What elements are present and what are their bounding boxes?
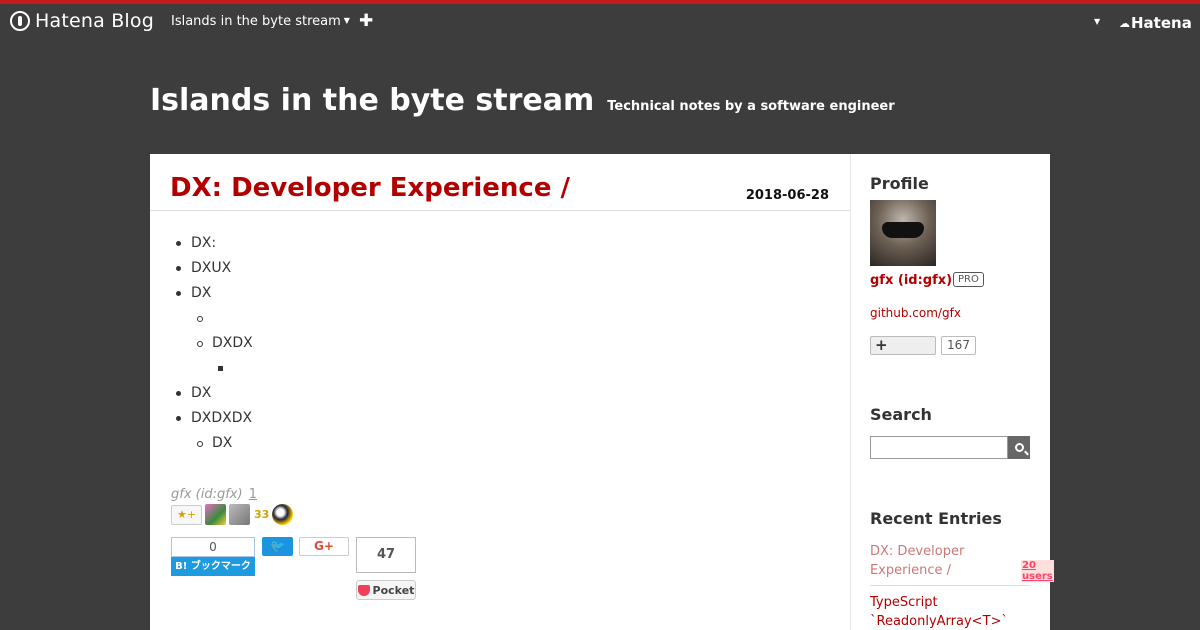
bookmark-users-badge[interactable]: 20 users (1021, 560, 1054, 582)
user-menu-caret-icon[interactable]: ▼ (1094, 17, 1100, 26)
list-item-text: DXUX (191, 260, 232, 276)
hatebu-bookmark-button[interactable]: B! ブックマーク (171, 557, 255, 576)
star-user-avatar[interactable] (229, 504, 250, 525)
entry-main: DX: Developer Experience / 2018-06-28 DX… (150, 154, 850, 630)
entry-footer: gfx (id:gfx) 1 ★+ 33 0 B! ブックマーク 🐦 G+ 47… (171, 487, 416, 600)
bullet-icon (176, 416, 181, 421)
list-item-text: DX: (191, 235, 217, 251)
bullet-icon (197, 441, 203, 447)
bullet-icon (176, 291, 181, 296)
list-item-text: DX (191, 385, 212, 401)
global-header: Hatena Blog Islands in the byte stream ▼ … (0, 4, 1200, 40)
entry-list: DX: DXUX DX DXDX DX DXDXDX DX (176, 234, 253, 459)
star-user-avatar[interactable] (205, 504, 226, 525)
list-item-text: DXDX (212, 335, 253, 351)
comment-count[interactable]: 1 (249, 487, 257, 502)
twitter-share-button[interactable]: 🐦 (262, 537, 293, 556)
follower-count[interactable]: 167 (941, 336, 976, 355)
entry-date[interactable]: 2018-06-28 (746, 188, 829, 203)
list-item: DX: (176, 234, 253, 259)
search-icon (1014, 443, 1024, 452)
profile-avatar[interactable] (870, 200, 936, 266)
add-star-button[interactable]: ★+ (171, 504, 202, 525)
bullet-icon (197, 341, 203, 347)
hatena-blog-logo-text: Hatena Blog (35, 10, 154, 32)
search-input[interactable] (870, 436, 1008, 459)
blog-switcher-label: Islands in the byte stream (171, 14, 341, 29)
new-entry-button[interactable]: ✚ (359, 11, 373, 31)
list-item-text: DX (191, 285, 212, 301)
pocket-button[interactable]: Pocket (356, 580, 416, 600)
bullet-icon (218, 366, 223, 371)
author-line: gfx (id:gfx) 1 (171, 487, 257, 502)
blog-switcher[interactable]: Islands in the byte stream ▼ (171, 14, 350, 29)
hatena-wing-icon: ☁ (1119, 16, 1130, 30)
pocket-count[interactable]: 47 (356, 537, 416, 573)
profile-name[interactable]: gfx (id:gfx) (870, 273, 952, 288)
caret-down-icon: ▼ (343, 16, 350, 25)
star-count[interactable]: 33 (254, 508, 269, 521)
pro-badge: PRO (953, 272, 984, 287)
author-name[interactable]: gfx (id:gfx) (171, 487, 243, 502)
list-item (191, 359, 253, 384)
pocket-icon (357, 584, 370, 596)
hatena-blog-logo-icon (10, 11, 30, 31)
star-user-avatar[interactable] (272, 504, 294, 525)
bullet-icon (176, 391, 181, 396)
list-item: DX (191, 434, 253, 459)
bullet-icon (176, 266, 181, 271)
blog-description: Technical notes by a software engineer (607, 99, 895, 114)
list-item: DXDX (191, 334, 253, 359)
profile-heading: Profile (870, 174, 929, 193)
google-plus-share-button[interactable]: G+ (299, 537, 349, 556)
hatena-logo[interactable]: ☁ Hatena (1119, 14, 1192, 32)
hatena-blog-logo[interactable]: Hatena Blog (10, 10, 154, 32)
sidebar: Profile gfx (id:gfx) PRO github.com/gfx … (850, 154, 1054, 630)
list-item: DXDXDX (176, 409, 253, 434)
follow-button[interactable]: + (870, 336, 936, 355)
list-item-text: DXDXDX (191, 410, 253, 426)
profile-github-link[interactable]: github.com/gfx (870, 306, 961, 320)
blog-title[interactable]: Islands in the byte stream (150, 83, 594, 118)
hatebu-count[interactable]: 0 (171, 537, 255, 557)
list-item: DXUX (176, 259, 253, 284)
pocket-label: Pocket (372, 583, 415, 597)
list-item (191, 309, 253, 334)
star-row: ★+ 33 (171, 504, 311, 525)
blog-title-area: Islands in the byte stream Technical not… (150, 83, 895, 118)
list-item: DX (176, 284, 253, 309)
search-button[interactable] (1008, 436, 1030, 459)
recent-entry-divider (870, 585, 1030, 586)
entry-content: DX: DXUX DX DXDX DX DXDXDX DX (176, 234, 253, 459)
bullet-icon (176, 241, 181, 246)
share-buttons: 0 B! ブックマーク 🐦 G+ 47 Pocket (171, 537, 571, 607)
twitter-icon: 🐦 (270, 539, 285, 553)
list-item-text: DX (212, 435, 233, 451)
search-heading: Search (870, 405, 932, 424)
list-item: DX (176, 384, 253, 409)
entry-header: DX: Developer Experience / 2018-06-28 (150, 154, 850, 211)
recent-entry-link[interactable]: TypeScript `ReadonlyArray<T>` (870, 593, 1030, 630)
recent-entries-heading: Recent Entries (870, 509, 1002, 528)
bullet-icon (197, 316, 203, 322)
hatena-logo-text: Hatena (1131, 14, 1192, 32)
recent-entry-link[interactable]: DX: Developer Experience / (870, 542, 1020, 580)
entry-title[interactable]: DX: Developer Experience / (170, 173, 570, 203)
